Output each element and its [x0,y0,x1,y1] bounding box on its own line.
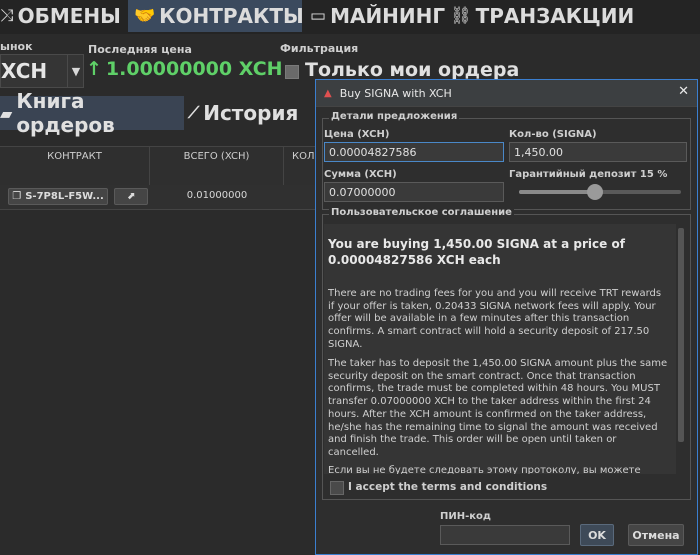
agreement-paragraph: The taker has to deposit the 1,450.00 SI… [328,358,668,458]
last-price-label: Последняя цена [88,43,192,56]
agreement-paragraph: Если вы не будете следовать этому проток… [328,465,641,474]
last-price-value: 1.00000000 XCH [105,58,283,80]
deposit-slider-fill [519,190,597,194]
tab-mining[interactable]: ▭ МАЙНИНГ [306,0,446,32]
column-header[interactable]: ВСЕГО (XCH) [150,147,284,185]
price-label: Цена (XCH) [324,129,390,140]
external-link-icon: ⬈ [126,191,136,202]
contract-button[interactable]: ❐ S-7P8L-F5W... [8,188,108,205]
ok-button[interactable]: OK [580,524,614,546]
accept-terms-label: I accept the terms and conditions [348,481,548,493]
qty-input[interactable] [509,142,687,162]
orders-table-header: КОНТРАКТ ВСЕГО (XCH) КОЛ [0,146,320,186]
app-logo-icon: ▲ [324,87,332,99]
tab-contracts[interactable]: 🤝 КОНТРАКТЫ [128,0,304,32]
tab-label: Книга ордеров [16,89,115,137]
link-icon: ⛓ [450,6,472,26]
tab-transactions[interactable]: ⛓ ТРАНЗАКЦИИ [450,0,634,32]
arrow-up-icon: ↑ [86,58,102,80]
column-header[interactable]: КОНТРАКТ [0,147,150,185]
sum-label: Сумма (XCH) [324,169,397,180]
my-orders-label: Только мои ордера [305,59,520,81]
copy-icon: ❐ [12,191,22,202]
contract-id: S-7P8L-F5W... [25,191,104,202]
tab-label: ОБМЕНЫ [17,4,121,28]
tab-history[interactable]: ⟋ История [188,96,318,130]
offer-details-legend: Детали предложения [329,111,460,122]
accept-terms-checkbox[interactable] [330,481,344,495]
agreement-text-area[interactable]: You are buying 1,450.00 SIGNA at a price… [324,224,678,474]
tab-label: ТРАНЗАКЦИИ [475,4,635,28]
chart-line-icon: ⟋ [188,103,200,122]
close-icon[interactable]: ✕ [678,84,689,99]
chevron-down-icon[interactable]: ▼ [67,55,84,87]
pin-label: ПИН-код [440,511,491,522]
qty-label: Кол-во (SIGNA) [509,129,597,140]
sum-input[interactable] [324,182,504,202]
pin-input[interactable] [440,525,570,545]
tab-label: История [203,101,299,125]
hard-drive-icon: ▭ [310,6,327,26]
open-external-button[interactable]: ⬈ [114,188,148,205]
agreement-heading: You are buying 1,450.00 SIGNA at a price… [328,237,625,267]
filter-label: Фильтрация [280,42,359,55]
market-select[interactable]: XCH ▼ [0,54,84,88]
deposit-slider-knob[interactable] [587,184,603,200]
market-label: ынок [0,40,33,53]
buy-dialog: ▲ Buy SIGNA with XCH ✕ Детали предложени… [315,79,698,555]
tab-order-book[interactable]: ▰ Книга ордеров [0,89,184,137]
market-value: XCH [1,59,48,83]
last-price: ↑ 1.00000000 XCH [86,58,283,80]
agreement-scrollbar[interactable] [676,224,686,474]
book-icon: ▰ [0,103,13,123]
handshake-icon: 🤝 [134,6,156,26]
my-orders-checkbox[interactable] [285,65,299,79]
deposit-label: Гарантийный депозит 15 % [509,169,668,180]
scrollbar-thumb[interactable] [678,228,684,442]
table-row[interactable]: ❐ S-7P8L-F5W... ⬈ 0.01000000 [0,185,320,210]
cancel-button[interactable]: Отмена [628,524,684,546]
agreement-legend: Пользовательское соглашение [329,207,514,218]
dialog-title: Buy SIGNA with XCH [339,86,452,100]
dialog-title-bar: ▲ Buy SIGNA with XCH ✕ [316,80,697,107]
shuffle-icon: ⤨ [0,6,14,26]
tab-label: МАЙНИНГ [330,4,446,28]
tab-label: КОНТРАКТЫ [159,4,304,28]
tab-exchanges[interactable]: ⤨ ОБМЕНЫ [0,0,122,32]
agreement-paragraph: There are no trading fees for you and yo… [328,288,662,350]
price-input[interactable] [324,142,504,162]
row-total: 0.01000000 [186,190,248,201]
